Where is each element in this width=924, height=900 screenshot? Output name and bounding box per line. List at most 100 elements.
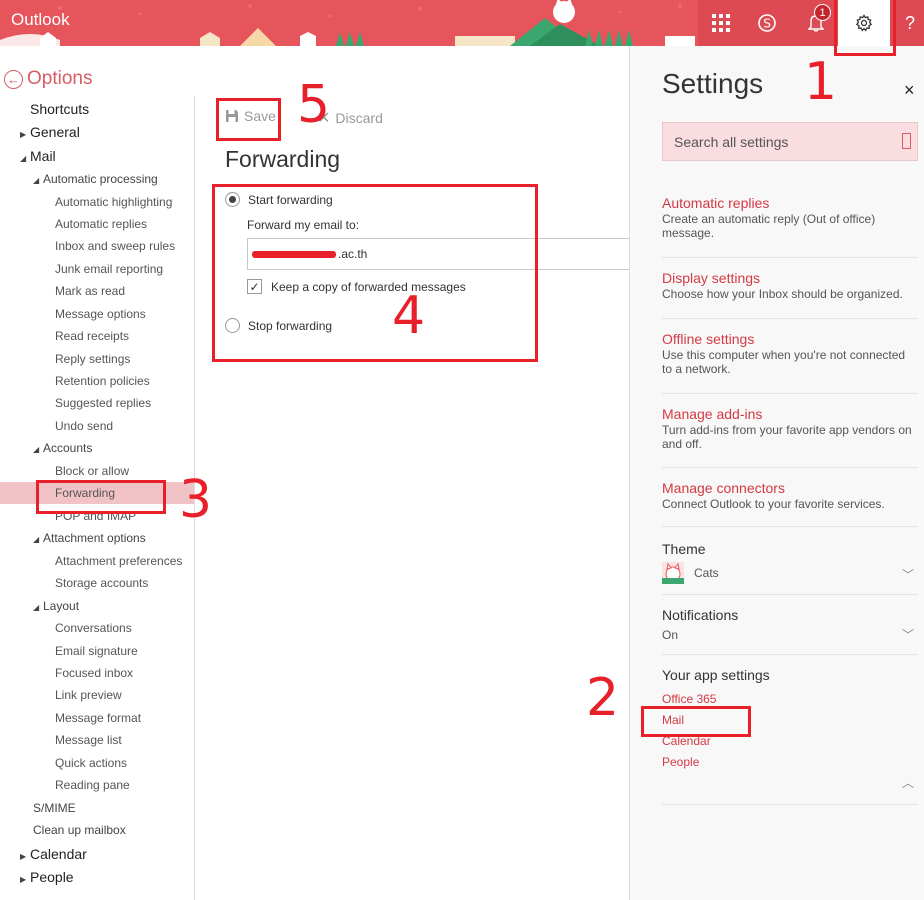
nav-item-retention-policies[interactable]: Retention policies [0,370,194,392]
separator [662,318,918,319]
setting-link-title: Manage connectors [662,480,785,496]
setting-link-title: Automatic replies [662,195,770,211]
nav-item-link-preview[interactable]: Link preview [0,684,194,706]
back-arrow-icon: ← [4,69,23,89]
nav-item-label: Reply settings [55,352,131,366]
nav-item-calendar[interactable]: ▶ Calendar [0,843,194,865]
options-label: Options [27,68,93,89]
nav-item-automatic-replies[interactable]: Automatic replies [0,213,194,235]
nav-item-email-signature[interactable]: Email signature [0,640,194,662]
nav-item-automatic-highlighting[interactable]: Automatic highlighting [0,191,194,213]
nav-item-label: Undo send [55,419,114,433]
app-launcher-icon [712,14,730,32]
nav-item-label: Layout [43,599,80,613]
nav-item-accounts[interactable]: ◢ Accounts [0,437,194,459]
nav-item-clean-up-mailbox[interactable]: Clean up mailbox [0,819,194,841]
automatic-replies-link[interactable]: Automatic replies Create an automatic re… [662,195,918,240]
annotation-number-4: 4 [392,286,426,346]
separator [662,393,918,394]
manage-add-ins-link[interactable]: Manage add-ins Turn add-ins from your fa… [662,406,918,451]
theme-label: Theme [662,541,706,557]
nav-item-label: Automatic highlighting [55,195,173,209]
theme-selector[interactable]: Cats [662,562,719,584]
search-icon [902,133,911,149]
nav-item-suggested-replies[interactable]: Suggested replies [0,392,194,414]
nav-item-label: Message options [55,307,146,321]
nav-item-automatic-processing[interactable]: ◢ Automatic processing [0,168,194,190]
nav-item-junk-email-reporting[interactable]: Junk email reporting [0,258,194,280]
chevron-down-icon[interactable]: ﹀ [902,566,914,583]
skype-button[interactable]: S [746,0,788,46]
nav-item-block-or-allow[interactable]: Block or allow [0,460,194,482]
nav-item-label: Shortcuts [30,101,90,117]
nav-item-message-list[interactable]: Message list [0,729,194,751]
nav-item-shortcuts[interactable]: Shortcuts [0,98,194,120]
settings-pane: Settings × Search all settings Automatic… [629,46,924,900]
nav-item-label: Attachment preferences [55,554,183,568]
discard-label: Discard [335,110,383,126]
skype-icon: S [758,14,776,32]
app-settings-label: Your app settings [662,667,770,683]
office365-link[interactable]: Office 365 [662,692,716,706]
nav-item-people[interactable]: ▶ People [0,866,194,888]
chevron-right-icon: ▶ [20,130,27,139]
annotation-box-2 [641,706,751,737]
annotation-number-5: 5 [297,75,331,135]
settings-close-button[interactable]: × [904,80,915,101]
chevron-down-icon[interactable]: ﹀ [902,626,914,643]
nav-item-layout[interactable]: ◢ Layout [0,595,194,617]
chevron-down-icon: ◢ [33,603,40,612]
manage-connectors-link[interactable]: Manage connectors Connect Outlook to you… [662,480,918,511]
setting-link-title: Manage add-ins [662,406,763,422]
nav-item-quick-actions[interactable]: Quick actions [0,752,194,774]
nav-item-inbox-and-sweep-rules[interactable]: Inbox and sweep rules [0,235,194,257]
nav-item-label: Automatic processing [43,172,158,186]
nav-item-message-options[interactable]: Message options [0,303,194,325]
nav-item-label: Focused inbox [55,666,134,680]
nav-item-label: Automatic replies [55,217,148,231]
separator [662,526,918,527]
nav-item-undo-send[interactable]: Undo send [0,415,194,437]
nav-item-reading-pane[interactable]: Reading pane [0,774,194,796]
nav-item-general[interactable]: ▶ General [0,121,194,143]
nav-item-label: Mail [30,148,56,164]
setting-link-desc: Choose how your Inbox should be organize… [662,287,903,301]
nav-item-read-receipts[interactable]: Read receipts [0,325,194,347]
nav-item-conversations[interactable]: Conversations [0,617,194,639]
chevron-down-icon: ◢ [33,176,40,185]
nav-item-message-format[interactable]: Message format [0,707,194,729]
nav-item-reply-settings[interactable]: Reply settings [0,348,194,370]
nav-item-attachment-preferences[interactable]: Attachment preferences [0,550,194,572]
notifications-value[interactable]: On [662,628,678,642]
nav-item-mark-as-read[interactable]: Mark as read [0,280,194,302]
nav-item-label: General [30,124,80,140]
options-nav: ← Options Shortcuts ▶ General ◢ Mail ◢ Automat… [0,46,194,900]
offline-settings-link[interactable]: Offline settings Use this computer when … [662,331,918,376]
separator [662,594,918,595]
help-button[interactable]: ? [896,0,924,46]
display-settings-link[interactable]: Display settings Choose how your Inbox s… [662,270,918,301]
people-link[interactable]: People [662,755,699,769]
top-bar: Outlook S 1 ? [0,0,924,46]
nav-item-storage-accounts[interactable]: Storage accounts [0,572,194,594]
options-back-button[interactable]: ← Options [4,68,92,90]
nav-item-s-mime[interactable]: S/MIME [0,797,194,819]
separator [662,467,918,468]
nav-item-attachment-options[interactable]: ◢ Attachment options [0,527,194,549]
setting-link-title: Display settings [662,270,761,286]
app-launcher-button[interactable] [700,0,742,46]
nav-item-label: Read receipts [55,329,130,343]
setting-link-desc: Turn add-ins from your favorite app vend… [662,423,912,451]
annotation-number-2: 2 [586,668,620,728]
settings-search-input[interactable]: Search all settings [662,122,918,161]
nav-item-label: Email signature [55,644,138,658]
annotation-box-5 [216,98,281,141]
chevron-up-icon[interactable]: ︿ [902,774,914,791]
setting-link-desc: Use this computer when you're not connec… [662,348,906,376]
nav-item-focused-inbox[interactable]: Focused inbox [0,662,194,684]
separator [662,804,918,805]
nav-item-mail[interactable]: ◢ Mail [0,145,194,167]
settings-title: Settings [662,68,764,99]
app-title[interactable]: Outlook [11,10,70,30]
cat-theme-icon [662,562,684,584]
